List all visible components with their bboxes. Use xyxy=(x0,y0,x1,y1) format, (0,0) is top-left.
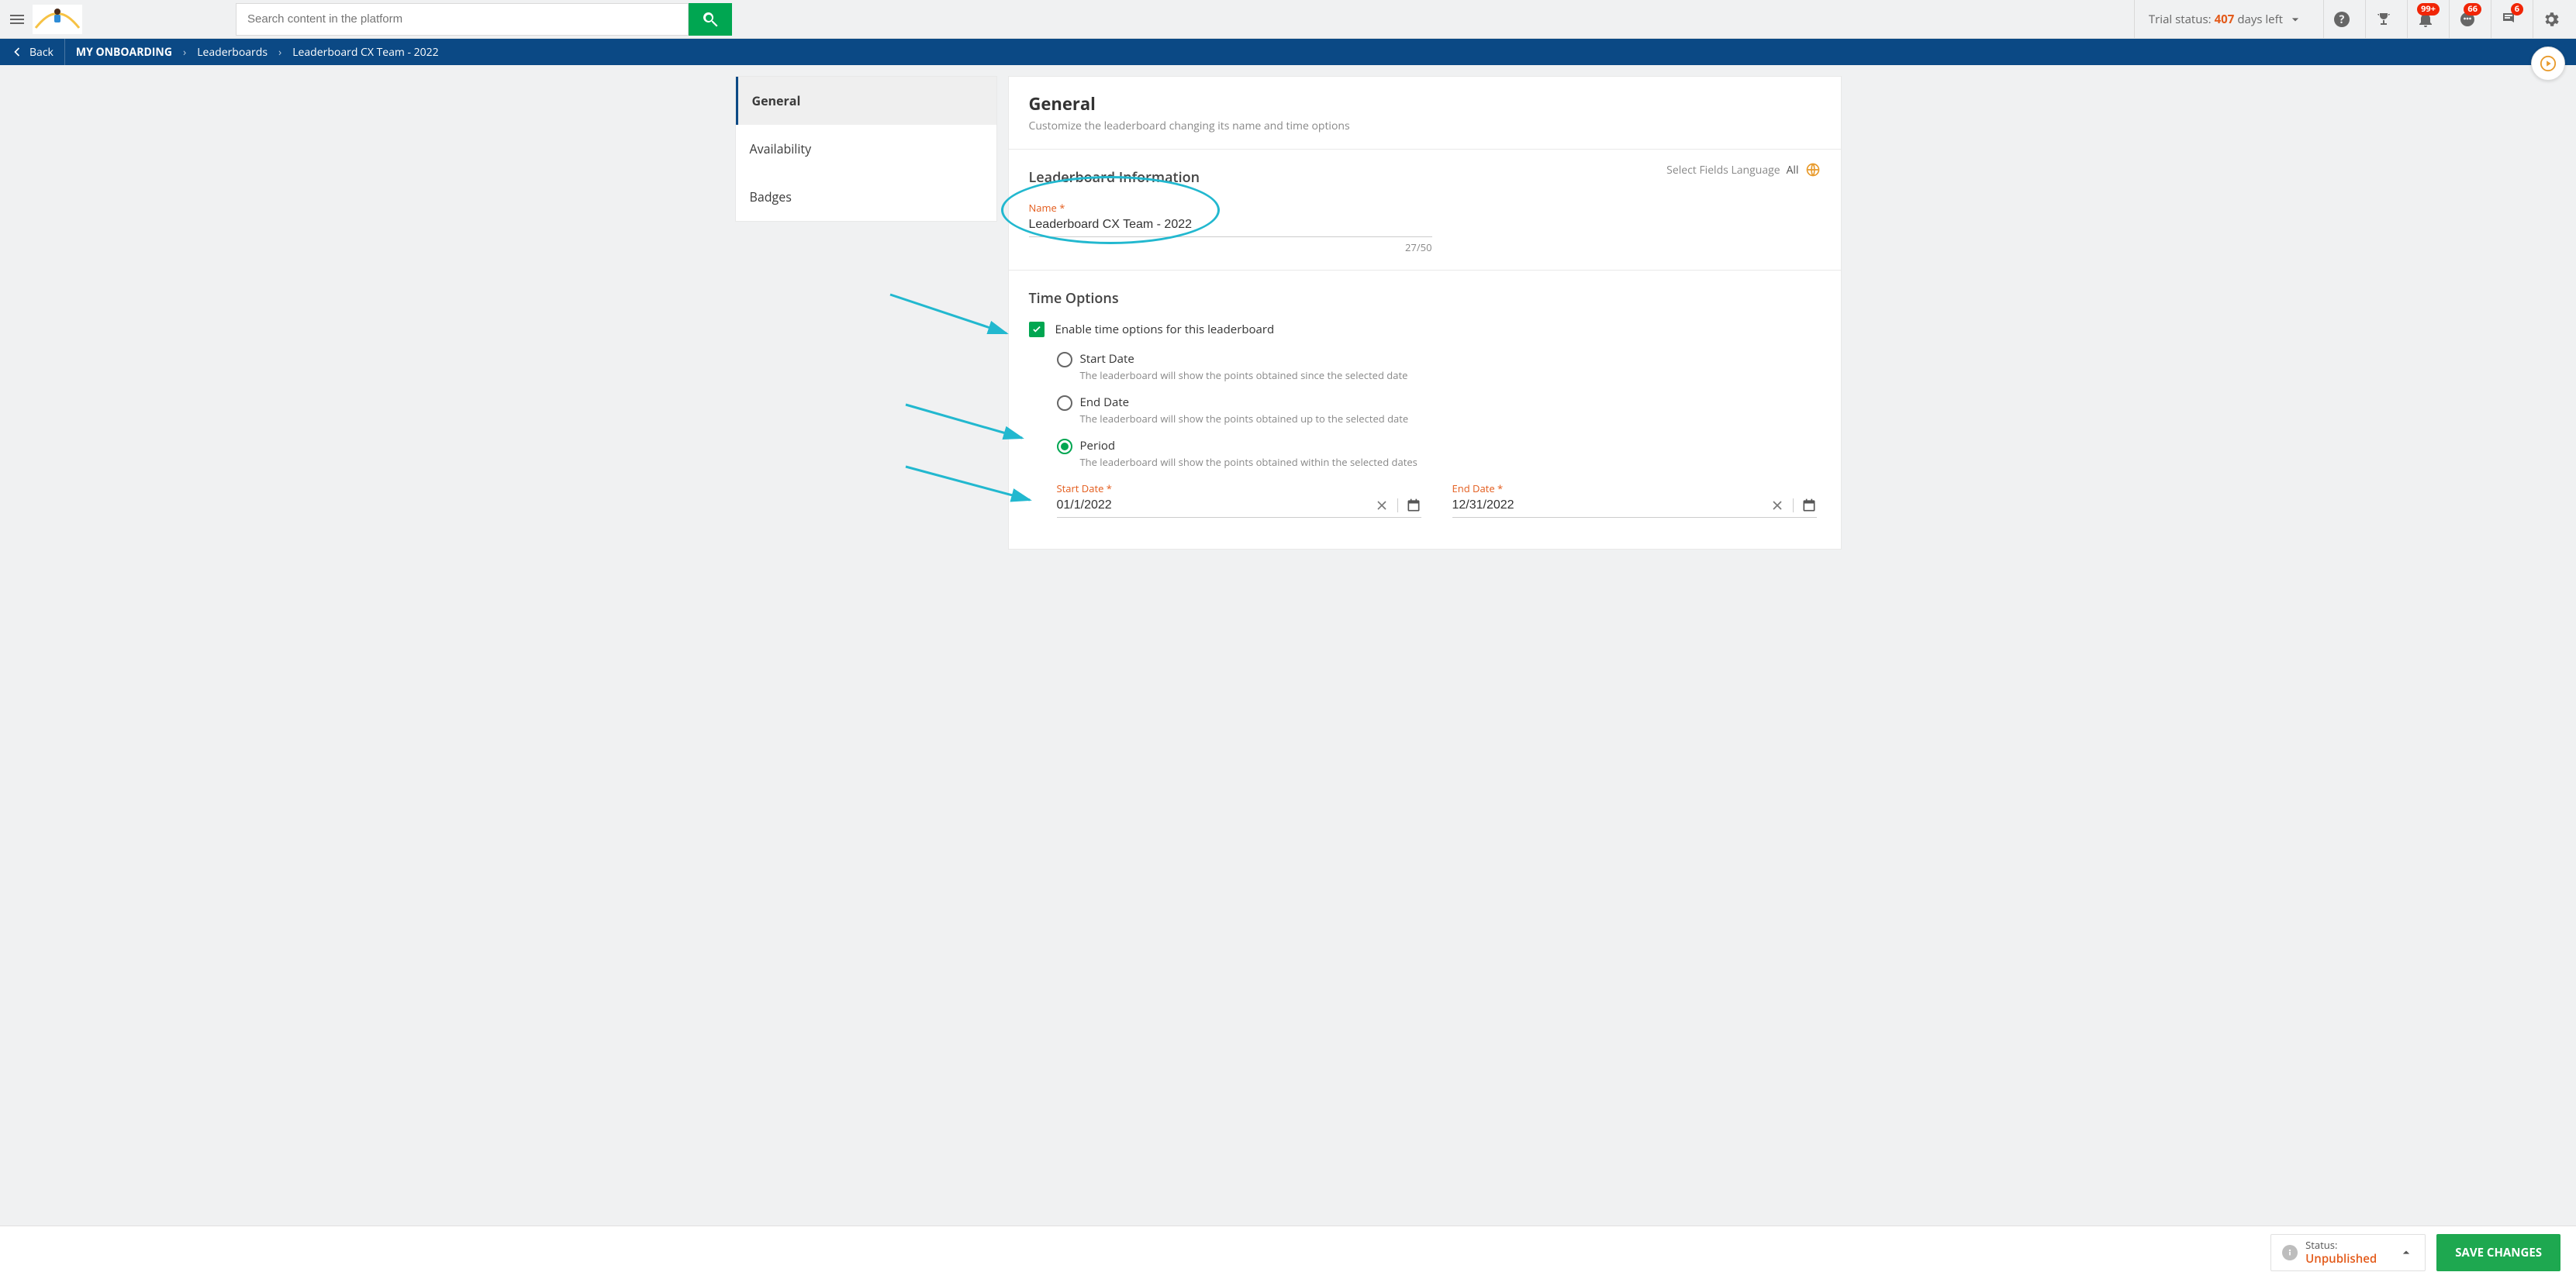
back-button[interactable]: Back xyxy=(9,39,65,65)
panel-title: General xyxy=(1029,92,1821,115)
enable-time-options[interactable]: Enable time options for this leaderboard xyxy=(1029,322,1821,337)
trial-days: 407 xyxy=(2215,12,2235,27)
chevron-right-icon: › xyxy=(278,45,281,60)
topbar: Trial status: 407 days left ? 99+ 66 6 xyxy=(0,0,2576,39)
search-button[interactable] xyxy=(689,3,732,36)
side-tabs: General Availability Badges xyxy=(735,76,997,222)
name-input[interactable] xyxy=(1029,215,1432,237)
notifications-icon[interactable]: 99+ xyxy=(2407,0,2443,38)
trial-status[interactable]: Trial status: 407 days left xyxy=(2134,0,2317,38)
radio-desc: The leaderboard will show the points obt… xyxy=(1080,455,1417,469)
trial-suffix: days left xyxy=(2237,12,2283,27)
annotation-arrow xyxy=(902,463,1041,509)
date-range: Start Date * End Date * xyxy=(1057,481,1821,518)
radio-icon xyxy=(1057,439,1072,454)
back-label: Back xyxy=(29,45,54,60)
field-label: End Date * xyxy=(1452,481,1817,495)
end-date-field: End Date * xyxy=(1452,481,1817,518)
panel-subtitle: Customize the leaderboard changing its n… xyxy=(1029,119,1821,133)
tab-availability[interactable]: Availability xyxy=(736,125,996,173)
separator xyxy=(1793,498,1794,512)
main: General Availability Badges General Cust… xyxy=(0,65,2576,612)
radio-period[interactable]: Period The leaderboard will show the poi… xyxy=(1057,438,1821,469)
radio-desc: The leaderboard will show the points obt… xyxy=(1080,368,1408,382)
name-counter: 27/50 xyxy=(1029,240,1432,254)
clear-icon[interactable] xyxy=(1374,498,1390,513)
checkbox-icon[interactable] xyxy=(1029,322,1045,337)
radio-label: Start Date xyxy=(1080,351,1408,367)
trial-prefix: Trial status: xyxy=(2149,12,2212,27)
separator xyxy=(1397,498,1398,512)
activity-badge: 6 xyxy=(2511,3,2523,16)
footer: Status: Unpublished SAVE CHANGES xyxy=(0,1226,2576,1279)
globe-icon xyxy=(1805,162,1821,178)
enable-label: Enable time options for this leaderboard xyxy=(1055,322,1275,337)
lang-label: Select Fields Language xyxy=(1666,163,1780,178)
info-icon xyxy=(2282,1245,2298,1260)
breadcrumb-bar: Back MY ONBOARDING › Leaderboards › Lead… xyxy=(0,39,2576,65)
radio-label: Period xyxy=(1080,438,1417,453)
search-input[interactable] xyxy=(236,3,689,36)
end-date-input[interactable] xyxy=(1452,497,1770,514)
chevron-up-icon xyxy=(2398,1245,2414,1260)
status-value: Unpublished xyxy=(2305,1252,2377,1266)
crumb-page: Leaderboard CX Team - 2022 xyxy=(292,45,438,60)
radio-desc: The leaderboard will show the points obt… xyxy=(1080,412,1409,426)
clear-icon[interactable] xyxy=(1770,498,1785,513)
status-label: Status: xyxy=(2305,1239,2377,1252)
radio-label: End Date xyxy=(1080,395,1409,410)
radio-start-date[interactable]: Start Date The leaderboard will show the… xyxy=(1057,351,1821,382)
crumb-section[interactable]: Leaderboards xyxy=(197,45,268,60)
trophy-icon[interactable] xyxy=(2365,0,2401,38)
tab-badges[interactable]: Badges xyxy=(736,173,996,221)
chat-badge: 66 xyxy=(2464,3,2481,16)
chevron-right-icon: › xyxy=(183,45,186,60)
main-menu-icon[interactable] xyxy=(8,10,26,29)
annotation-arrow xyxy=(902,401,1034,447)
start-date-input[interactable] xyxy=(1057,497,1374,514)
radio-icon xyxy=(1057,395,1072,411)
logo[interactable] xyxy=(33,5,82,34)
settings-icon[interactable] xyxy=(2533,0,2568,38)
calendar-icon[interactable] xyxy=(1406,498,1421,513)
notifications-badge: 99+ xyxy=(2417,3,2440,16)
field-label: Start Date * xyxy=(1057,481,1421,495)
time-mode-radios: Start Date The leaderboard will show the… xyxy=(1057,351,1821,469)
chat-icon[interactable]: 66 xyxy=(2449,0,2484,38)
lang-value: All xyxy=(1787,163,1799,178)
help-icon[interactable]: ? xyxy=(2323,0,2359,38)
radio-icon xyxy=(1057,352,1072,367)
status-dropdown[interactable]: Status: Unpublished xyxy=(2270,1234,2426,1271)
tab-general[interactable]: General xyxy=(736,77,996,125)
crumb-app[interactable]: MY ONBOARDING xyxy=(76,45,172,60)
annotation-arrow xyxy=(886,291,1018,345)
name-label: Name * xyxy=(1029,201,1821,215)
breadcrumb: MY ONBOARDING › Leaderboards › Leaderboa… xyxy=(76,45,439,60)
search xyxy=(236,3,732,36)
save-changes-button[interactable]: SAVE CHANGES xyxy=(2436,1234,2560,1271)
start-date-field: Start Date * xyxy=(1057,481,1421,518)
language-picker[interactable]: Select Fields Language All xyxy=(1666,162,1820,178)
calendar-icon[interactable] xyxy=(1801,498,1817,513)
help-video-button[interactable] xyxy=(2531,47,2565,81)
time-options-header: Time Options xyxy=(1029,289,1821,308)
svg-text:?: ? xyxy=(2339,12,2344,27)
radio-end-date[interactable]: End Date The leaderboard will show the p… xyxy=(1057,395,1821,426)
general-panel: General Customize the leaderboard changi… xyxy=(1008,76,1842,550)
activity-icon[interactable]: 6 xyxy=(2491,0,2526,38)
